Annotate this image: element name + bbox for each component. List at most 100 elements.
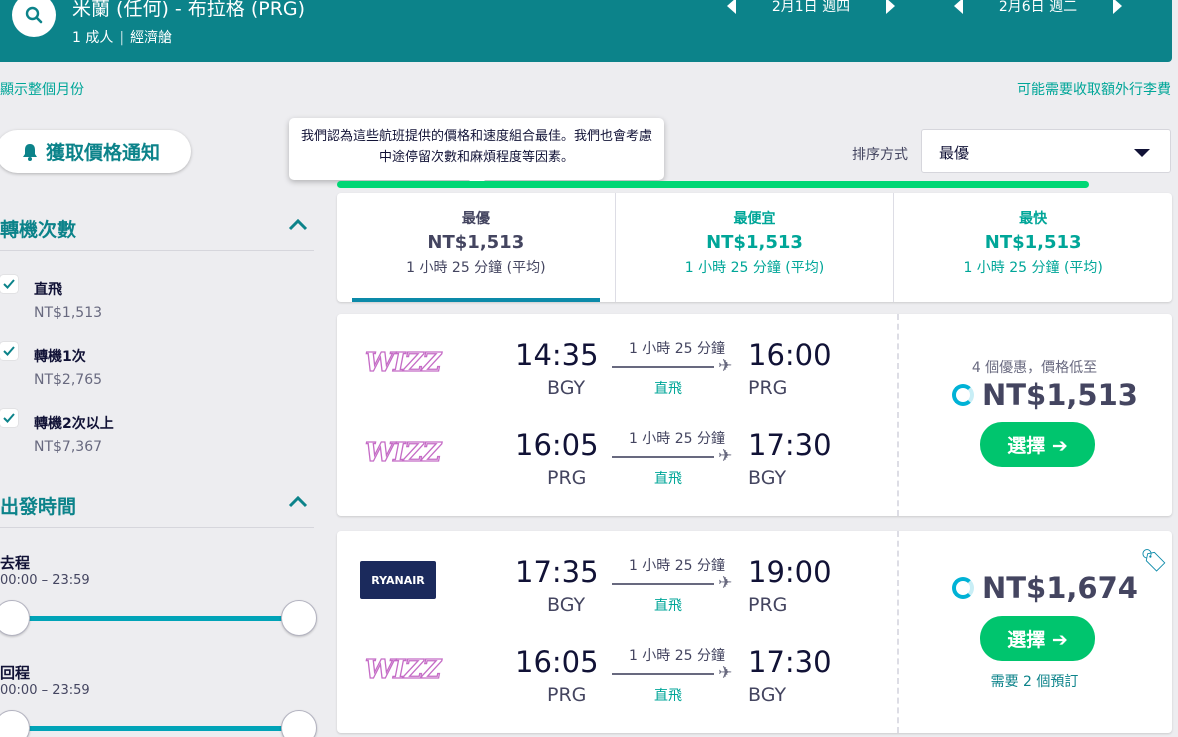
- price-alert-label: 獲取價格通知: [46, 142, 161, 164]
- return-time-label: 回程: [0, 664, 31, 682]
- tab-price: NT$1,513: [706, 232, 803, 253]
- loading-spinner-icon: [952, 384, 974, 406]
- outbound-time-label: 去程: [0, 554, 31, 572]
- stops-info: 直飛: [654, 598, 682, 614]
- sort-select[interactable]: 最優: [921, 129, 1171, 173]
- tab-name: 最便宜: [733, 211, 776, 227]
- departure-time: 16:05: [515, 428, 599, 462]
- tab-cheapest[interactable]: 最便宜 NT$1,513 1 小時 25 分鐘 (平均): [614, 193, 894, 302]
- return-date[interactable]: 2月6日 週二: [963, 0, 1113, 16]
- bell-icon: [23, 143, 37, 161]
- checkbox-two-plus-stops[interactable]: [0, 409, 18, 427]
- chevron-up-icon[interactable]: [288, 217, 308, 231]
- flight-leg-outbound: RYANAIR 17:35 BGY 1 小時 25 分鐘 ✈ 直飛 19:00 …: [337, 531, 897, 621]
- depart-time-filter-title: 出發時間: [0, 496, 77, 518]
- departure-time: 14:35: [515, 338, 599, 372]
- flight-duration: 1 小時 25 分鐘: [628, 558, 726, 574]
- departure-time: 17:35: [515, 555, 599, 589]
- return-slider-max-handle[interactable]: [281, 710, 317, 737]
- return-time-range: 00:00 – 23:59: [0, 683, 90, 698]
- outbound-time-slider[interactable]: [12, 616, 298, 621]
- check-icon: [3, 346, 15, 356]
- caret-down-icon: [1134, 149, 1150, 157]
- card-divider: [897, 531, 899, 733]
- tab-best[interactable]: 最優 NT$1,513 1 小時 25 分鐘 (平均): [337, 193, 615, 302]
- result-price: NT$1,674: [952, 571, 1138, 605]
- plane-icon: ✈: [718, 573, 733, 593]
- check-icon: [3, 279, 15, 289]
- sort-value: 最優: [939, 144, 970, 162]
- stop-label-one-stop[interactable]: 轉機1次: [34, 346, 86, 366]
- stop-price-two-plus: NT$7,367: [34, 439, 103, 455]
- outbound-slider-min-handle[interactable]: [0, 600, 30, 636]
- airline-logo-ryanair: RYANAIR: [360, 561, 436, 599]
- tab-name: 最快: [1019, 211, 1048, 227]
- tab-name: 最優: [461, 211, 490, 227]
- prev-date-icon[interactable]: [954, 0, 963, 14]
- best-tooltip: 我們認為這些航班提供的價格和速度組合最佳。我們也會考慮中途停留次數和麻煩程度等因…: [289, 118, 664, 188]
- flight-duration: 1 小時 25 分鐘: [628, 648, 726, 664]
- tab-price: NT$1,513: [984, 232, 1082, 253]
- departure-airport: PRG: [547, 684, 587, 706]
- flight-line: [612, 673, 714, 675]
- select-button[interactable]: 選擇 ➔: [980, 422, 1095, 467]
- flight-line: [612, 583, 714, 585]
- flight-line: [612, 456, 714, 458]
- select-button[interactable]: 選擇 ➔: [980, 616, 1095, 661]
- tab-duration: 1 小時 25 分鐘 (平均): [963, 260, 1103, 276]
- price-value: NT$1,513: [982, 378, 1138, 412]
- result-card[interactable]: 🏷 RYANAIR 17:35 BGY 1 小時 25 分鐘 ✈ 直飛 19:0…: [337, 531, 1172, 733]
- flight-leg-return: WIZZ 16:05 PRG 1 小時 25 分鐘 ✈ 直飛 17:30 BGY: [337, 404, 897, 494]
- bookings-required-link[interactable]: 需要 2 個預訂: [897, 671, 1172, 691]
- sort-label: 排序方式: [852, 147, 908, 163]
- tab-price: NT$1,513: [427, 232, 525, 253]
- tab-fastest[interactable]: 最快 NT$1,513 1 小時 25 分鐘 (平均): [893, 193, 1172, 302]
- stops-info: 直飛: [654, 471, 682, 487]
- arrival-time: 17:30: [748, 428, 832, 462]
- stops-filter-header[interactable]: 轉機次數: [0, 215, 314, 251]
- search-icon: [25, 6, 43, 24]
- stop-price-direct: NT$1,513: [34, 305, 103, 321]
- result-card[interactable]: WIZZ 14:35 BGY 1 小時 25 分鐘 ✈ 直飛 16:00 PRG…: [337, 314, 1172, 516]
- departure-airport: PRG: [547, 467, 587, 489]
- outbound-date-nav: 2月1日 週四: [727, 0, 895, 16]
- checkbox-one-stop[interactable]: [0, 342, 18, 360]
- tab-duration: 1 小時 25 分鐘 (平均): [406, 260, 546, 276]
- stop-label-direct[interactable]: 直飛: [34, 279, 62, 299]
- arrival-time: 16:00: [748, 338, 832, 372]
- depart-time-filter-header[interactable]: 出發時間: [0, 492, 314, 528]
- sort-tabs: 最優 NT$1,513 1 小時 25 分鐘 (平均) 最便宜 NT$1,513…: [337, 193, 1172, 302]
- checkbox-direct[interactable]: [0, 275, 18, 293]
- search-button[interactable]: [12, 0, 56, 37]
- passenger-cabin[interactable]: 1 成人 | 經濟艙: [72, 27, 172, 47]
- airline-logo-wizz: WIZZ: [364, 347, 442, 378]
- outbound-slider-max-handle[interactable]: [281, 600, 317, 636]
- return-slider-min-handle[interactable]: [0, 710, 30, 737]
- arrival-airport: BGY: [748, 467, 787, 489]
- show-month-link[interactable]: 顯示整個月份: [0, 79, 84, 99]
- outbound-date[interactable]: 2月1日 週四: [736, 0, 886, 16]
- stops-info: 直飛: [654, 688, 682, 704]
- next-date-icon[interactable]: [1113, 0, 1122, 14]
- arrival-time: 19:00: [748, 555, 832, 589]
- next-date-icon[interactable]: [886, 0, 895, 14]
- baggage-fee-link[interactable]: 可能需要收取額外行李費: [1017, 79, 1171, 99]
- outbound-time-range: 00:00 – 23:59: [0, 573, 90, 588]
- chevron-up-icon[interactable]: [288, 494, 308, 508]
- return-date-nav: 2月6日 週二: [954, 0, 1122, 16]
- stop-label-two-plus[interactable]: 轉機2次以上: [34, 413, 114, 433]
- tab-duration: 1 小時 25 分鐘 (平均): [684, 260, 825, 276]
- search-header: 米蘭 (任何) - 布拉格 (PRG) 1 成人 | 經濟艙 2月1日 週四 2月6…: [0, 0, 1172, 62]
- arrival-airport: PRG: [748, 594, 788, 616]
- result-price: NT$1,513: [952, 378, 1138, 412]
- return-time-slider[interactable]: [12, 726, 298, 731]
- tag-icon: 🏷: [1140, 549, 1168, 574]
- route-title[interactable]: 米蘭 (任何) - 布拉格 (PRG): [72, 0, 305, 21]
- stops-filter-title: 轉機次數: [0, 219, 77, 241]
- prev-date-icon[interactable]: [727, 0, 736, 14]
- cabin-class: 經濟艙: [130, 30, 173, 46]
- flight-leg-outbound: WIZZ 14:35 BGY 1 小時 25 分鐘 ✈ 直飛 16:00 PRG: [337, 314, 897, 404]
- price-alert-button[interactable]: 獲取價格通知: [0, 130, 191, 173]
- airline-logo-wizz: WIZZ: [364, 654, 442, 685]
- passenger-count: 1 成人: [72, 30, 114, 46]
